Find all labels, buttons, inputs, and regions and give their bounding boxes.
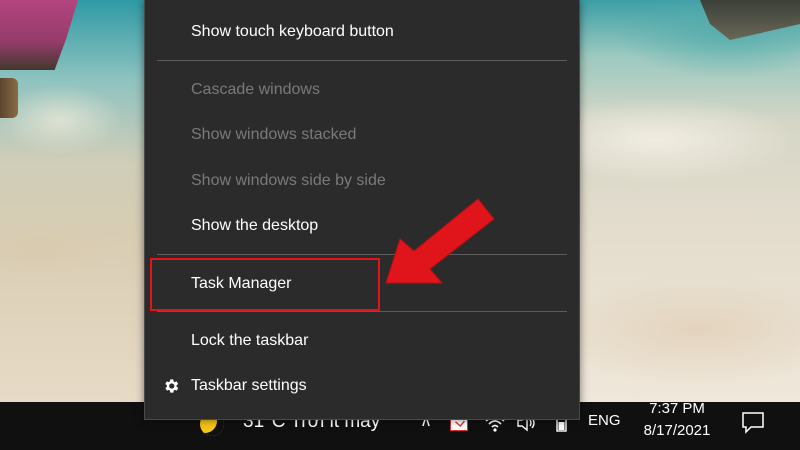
language-indicator[interactable]: ENG [588,412,621,429]
menu-item-show-touch-keyboard-button[interactable]: Show touch keyboard button [145,12,579,52]
menu-item-show-windows-stacked: Show windows stacked [145,115,579,155]
clock-time: 7:37 PM [649,400,705,417]
menu-item-taskbar-settings[interactable]: Taskbar settings [145,366,579,406]
menu-item-label: Taskbar settings [191,377,307,394]
menu-item-label: Show windows side by side [191,172,386,189]
wallpaper-log [0,78,18,118]
menu-separator [157,311,567,312]
menu-item-label: Show windows stacked [191,126,357,143]
taskbar-clock[interactable]: 7:37 PM 8/17/2021 [632,398,722,442]
wallpaper-right-beach [578,0,800,402]
menu-separator [157,254,567,255]
menu-item-lock-the-taskbar[interactable]: Lock the taskbar [145,321,579,361]
gear-icon [165,379,179,393]
task-manager-highlight [150,258,380,311]
menu-item-label: Cascade windows [191,81,320,98]
clock-date: 8/17/2021 [643,422,711,439]
action-center-icon[interactable] [740,409,766,435]
menu-item-label: Show touch keyboard button [191,23,394,40]
menu-item-label: Show the desktop [191,217,319,234]
menu-item-label: Lock the taskbar [191,332,309,349]
menu-item-cascade-windows: Cascade windows [145,70,579,110]
menu-item-show-windows-side-by-side: Show windows side by side [145,161,579,201]
menu-item-show-the-desktop[interactable]: Show the desktop [145,206,579,246]
menu-separator [157,60,567,61]
red-arrow-annotation [385,198,495,284]
taskbar-context-menu: Show touch keyboard button Cascade windo… [144,0,580,420]
